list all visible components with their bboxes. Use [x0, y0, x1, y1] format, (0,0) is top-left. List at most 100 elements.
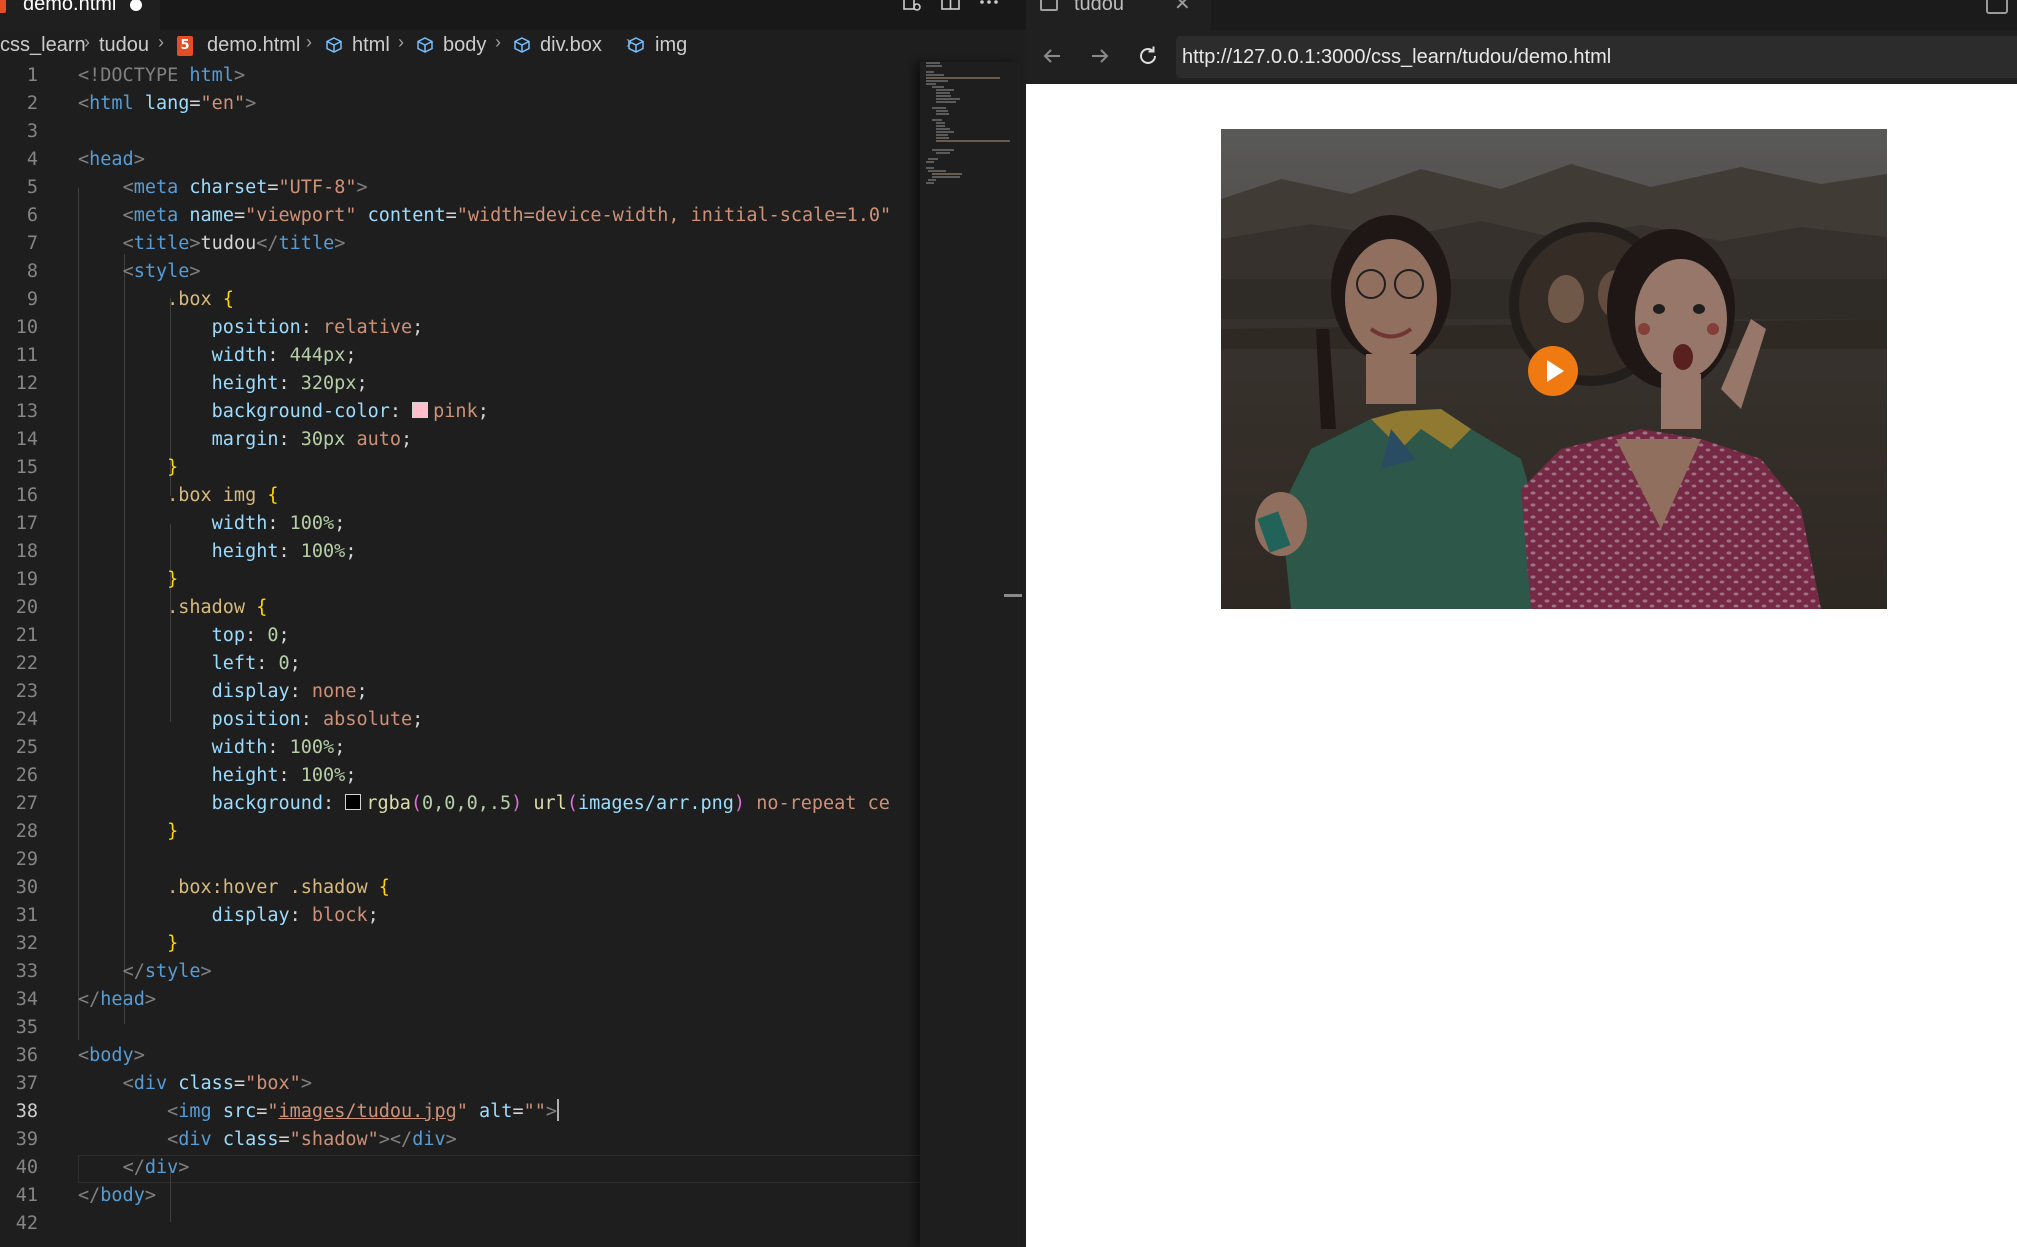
line-number: 18 — [15, 541, 38, 562]
line-number: 11 — [15, 345, 38, 366]
code-line: } — [167, 457, 179, 478]
play-icon[interactable] — [1528, 346, 1578, 396]
line-number: 30 — [15, 877, 38, 898]
element-cube-icon — [325, 36, 343, 54]
browser-tab-tudou[interactable]: tudou ✕ — [1026, 0, 1211, 30]
page-viewport — [1026, 84, 2017, 1247]
code-line: display: none; — [211, 681, 368, 702]
line-number: 21 — [15, 625, 38, 646]
code-line: height: 320px; — [211, 373, 368, 394]
code-line: top: 0; — [211, 625, 290, 646]
code-line: <!DOCTYPE html> — [78, 65, 246, 86]
line-number: 28 — [15, 821, 38, 842]
line-number: 7 — [26, 233, 38, 254]
line-number: 14 — [15, 429, 38, 450]
code-line: .box { — [167, 289, 234, 310]
code-line: position: relative; — [211, 317, 424, 338]
line-number: 5 — [26, 177, 38, 198]
breadcrumb-item-tudou[interactable]: tudou — [99, 34, 149, 57]
code-line: display: block; — [211, 905, 379, 926]
element-cube-icon — [513, 36, 531, 54]
breadcrumb-item-img[interactable]: img — [655, 34, 687, 57]
element-cube-icon — [416, 36, 434, 54]
html5-file-icon — [0, 0, 6, 13]
browser-toolbar: http://127.0.0.1:3000/css_learn/tudou/de… — [1026, 30, 2017, 84]
code-line-active: <img src="images/tudou.jpg" alt=""> — [167, 1099, 559, 1122]
code-line: background: rgba(0,0,0,.5) url(images/ar… — [211, 793, 890, 814]
color-swatch-pink[interactable] — [412, 402, 429, 418]
line-number: 34 — [15, 989, 38, 1010]
code-line: <div class="shadow"></div> — [167, 1129, 457, 1150]
breadcrumb-item-css-learn[interactable]: css_learn — [0, 34, 86, 57]
breadcrumb-item-demo-html[interactable]: demo.html — [207, 34, 300, 57]
url-text: http://127.0.0.1:3000/css_learn/tudou/de… — [1182, 46, 1612, 68]
editor-tab-demo-html[interactable]: demo.html — [0, 0, 160, 31]
line-number: 16 — [15, 485, 38, 506]
code-line: </div> — [122, 1157, 190, 1178]
code-line: .box:hover .shadow { — [167, 877, 390, 898]
unsaved-dot-icon[interactable] — [130, 0, 142, 11]
more-actions-icon[interactable] — [978, 0, 1000, 14]
reload-icon — [1140, 46, 1156, 64]
color-swatch-rgba[interactable] — [345, 794, 362, 810]
line-number: 33 — [15, 961, 38, 982]
code-line: <title>tudou</title> — [122, 233, 346, 254]
code-line: left: 0; — [211, 653, 301, 674]
code-line: <div class="box"> — [122, 1073, 312, 1094]
reload-button[interactable] — [1136, 44, 1160, 72]
code-line: </head> — [78, 989, 156, 1010]
code-line: <style> — [122, 261, 201, 282]
code-line: <head> — [78, 149, 145, 170]
line-number: 10 — [15, 317, 38, 338]
browser-window: tudou ✕ http://127.0.0.1:3000/css_learn/… — [1026, 0, 2017, 1247]
forward-button[interactable] — [1088, 44, 1112, 72]
line-number: 40 — [15, 1157, 38, 1178]
chevron-right-icon: › — [306, 32, 312, 52]
code-line: height: 100%; — [211, 765, 357, 786]
code-line: <meta charset="UTF-8"> — [122, 177, 368, 198]
code-line: } — [167, 569, 179, 590]
code-area[interactable]: 1 2 3 4 5 6 7 8 9 10 11 12 13 14 15 16 1… — [0, 62, 922, 1247]
line-number: 19 — [15, 569, 38, 590]
line-number: 41 — [15, 1185, 38, 1206]
breadcrumb: css_learn › tudou › 5 demo.html › html ›… — [0, 30, 1026, 62]
line-number: 8 — [26, 261, 38, 282]
open-changes-icon[interactable] — [902, 0, 924, 14]
line-number: 24 — [15, 709, 38, 730]
line-number: 2 — [26, 93, 38, 114]
chevron-right-icon: › — [495, 32, 501, 52]
code-line: width: 100%; — [211, 513, 346, 534]
line-number: 25 — [15, 737, 38, 758]
breadcrumb-item-body[interactable]: body — [443, 34, 486, 57]
code-line: width: 444px; — [211, 345, 357, 366]
code-line: <body> — [78, 1045, 145, 1066]
line-number: 36 — [15, 1045, 38, 1066]
code-line: <html lang="en"> — [78, 93, 257, 114]
video-box[interactable] — [1221, 129, 1887, 609]
arrow-left-icon — [1043, 49, 1060, 63]
window-layout-icon[interactable] — [1986, 0, 2008, 14]
line-number: 12 — [15, 373, 38, 394]
code-line: margin: 30px auto; — [211, 429, 413, 450]
line-number: 1 — [26, 65, 38, 86]
chevron-right-icon: › — [398, 32, 404, 52]
line-number: 22 — [15, 653, 38, 674]
breadcrumb-item-html[interactable]: html — [352, 34, 390, 57]
line-number: 39 — [15, 1129, 38, 1150]
line-number: 42 — [15, 1213, 38, 1234]
chevron-right-icon: › — [158, 32, 164, 52]
code-line: <meta name="viewport" content="width=dev… — [122, 205, 892, 226]
back-button[interactable] — [1040, 44, 1064, 72]
address-bar[interactable]: http://127.0.0.1:3000/css_learn/tudou/de… — [1176, 36, 2017, 78]
code-editor: demo.html css_learn › tudou › 5 demo.htm… — [0, 0, 1026, 1247]
code-line: background-color: pink; — [211, 401, 489, 422]
line-number: 3 — [26, 121, 38, 142]
breadcrumb-item-div-box[interactable]: div.box — [540, 34, 602, 57]
scrollbar-thumb[interactable] — [1004, 594, 1022, 597]
code-line: .box img { — [167, 485, 279, 506]
minimap[interactable] — [920, 62, 1020, 1247]
close-icon[interactable]: ✕ — [1174, 0, 1191, 15]
line-number: 15 — [15, 457, 38, 478]
split-editor-icon[interactable] — [940, 0, 962, 14]
line-number: 17 — [15, 513, 38, 534]
